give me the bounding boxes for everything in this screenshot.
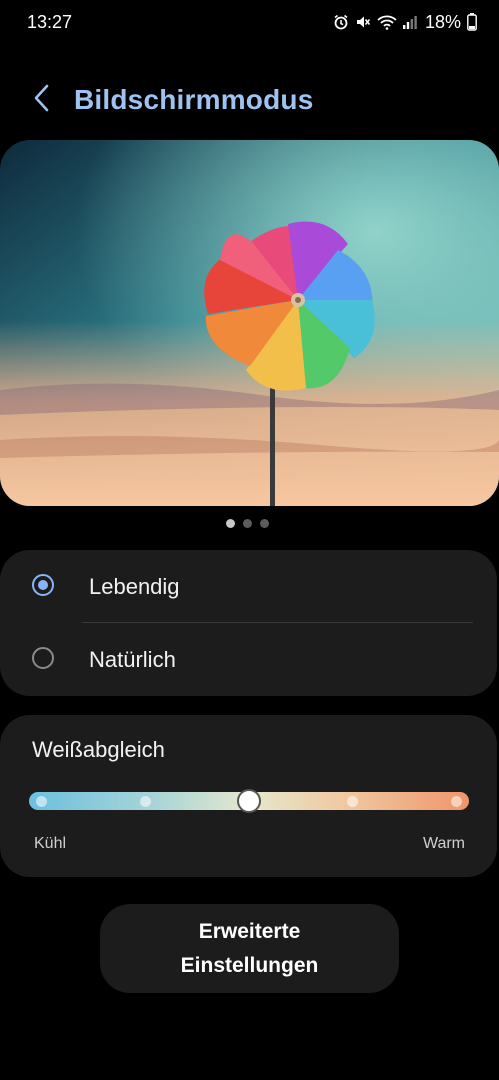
option-lebendig[interactable]: Lebendig <box>0 550 497 623</box>
wifi-icon <box>377 14 397 30</box>
slider-step[interactable] <box>140 796 151 807</box>
back-button[interactable] <box>24 82 60 118</box>
page-title: Bildschirmmodus <box>74 84 314 115</box>
battery-icon <box>467 13 477 31</box>
chevron-left-icon <box>33 84 51 117</box>
button-label-line2: Einstellungen <box>180 953 319 977</box>
slider-step[interactable] <box>347 796 358 807</box>
slider-step[interactable] <box>36 796 47 807</box>
preview-image[interactable] <box>0 140 499 506</box>
slider-min-label: Kühl <box>34 835 67 852</box>
battery-percent: 18% <box>424 11 461 32</box>
mute-icon <box>355 14 371 30</box>
slider-max-label: Warm <box>422 835 465 852</box>
page-dot-3[interactable] <box>260 519 269 528</box>
radio-lebendig[interactable] <box>32 574 54 596</box>
status-bar: 13:27 18% <box>0 0 499 44</box>
button-label-line1: Erweiterte <box>198 919 301 943</box>
page-indicator <box>226 519 269 528</box>
option-label: Lebendig <box>89 574 180 599</box>
clock: 13:27 <box>27 12 73 32</box>
advanced-settings-button[interactable]: Erweiterte Einstellungen <box>100 904 399 993</box>
page-dot-1[interactable] <box>226 519 235 528</box>
slider-thumb[interactable] <box>237 789 261 813</box>
white-balance-title: Weißabgleich <box>32 737 165 762</box>
alarm-icon <box>333 14 349 30</box>
page-dot-2[interactable] <box>243 519 252 528</box>
radio-natuerlich[interactable] <box>32 647 54 669</box>
slider-step[interactable] <box>451 796 462 807</box>
option-natuerlich[interactable]: Natürlich <box>0 623 497 696</box>
screen-mode-card: Lebendig Natürlich <box>0 550 497 696</box>
app-header: Bildschirmmodus <box>0 70 499 130</box>
status-icons: 18% <box>333 10 477 34</box>
signal-icon <box>402 14 417 30</box>
option-label: Natürlich <box>89 647 176 672</box>
